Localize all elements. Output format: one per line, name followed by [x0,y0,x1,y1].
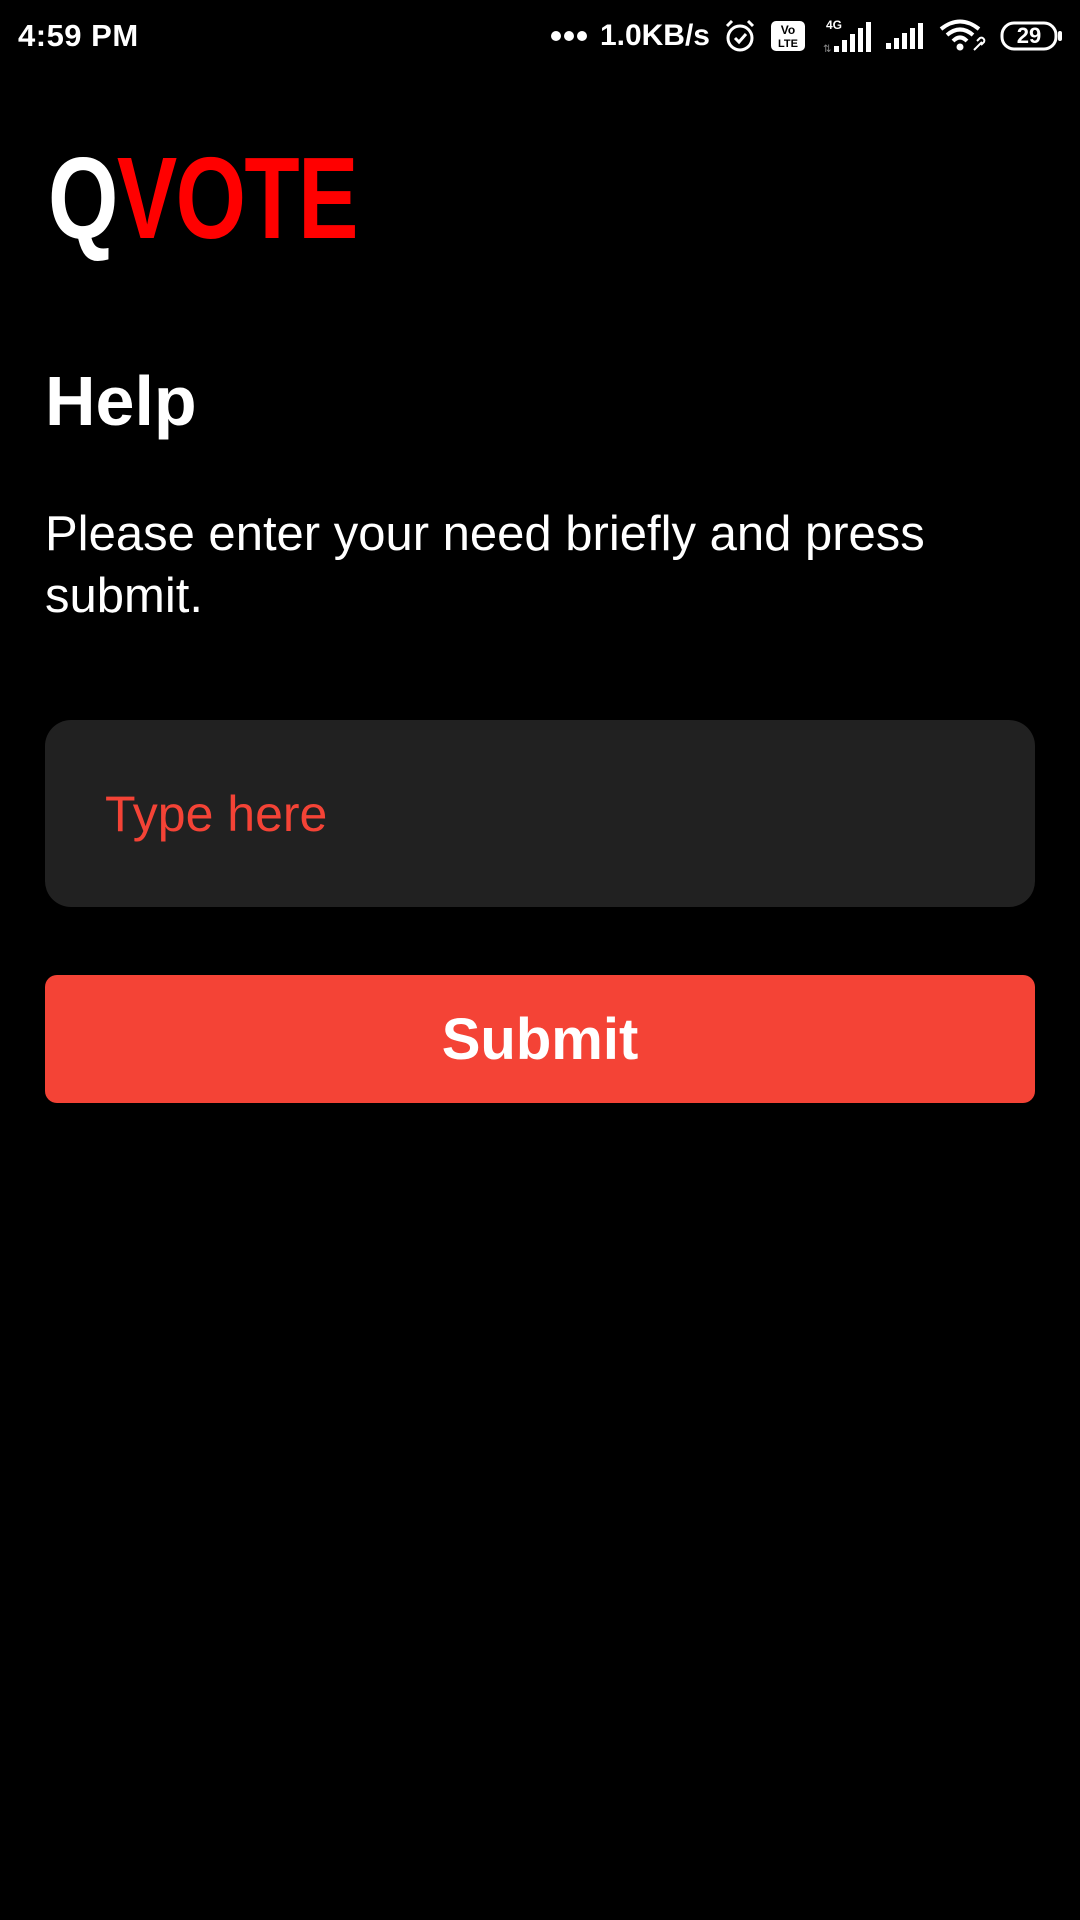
svg-text:4G: 4G [826,18,842,32]
help-text-input[interactable] [105,784,975,843]
svg-text:⇅: ⇅ [823,44,831,54]
logo-letter-q: Q [48,133,118,263]
signal-4g-icon: 4G ⇅ [818,18,872,54]
app-logo: Q VOTE [48,133,359,263]
svg-text:Vo: Vo [781,23,795,37]
logo-text-vote: VOTE [116,133,359,263]
signal-icon [884,21,926,51]
battery-level: 29 [1016,23,1042,48]
alarm-icon [722,18,758,54]
submit-button[interactable]: Submit [45,975,1035,1103]
help-input-container[interactable] [45,720,1035,907]
status-icons: 1.0KB/s Vo LTE 4G ⇅ 29 [550,18,1064,54]
volte-icon: Vo LTE [770,20,806,52]
status-bar: 4:59 PM 1.0KB/s Vo LTE 4G ⇅ 29 [0,0,1080,72]
status-time: 4:59 PM [18,18,139,53]
network-speed: 1.0KB/s [599,19,710,52]
battery-icon: 29 [1000,21,1064,51]
svg-text:LTE: LTE [778,38,798,50]
help-instructions: Please enter your need briefly and press… [45,507,925,623]
wifi-icon [938,18,988,54]
page-title: Help [45,362,197,440]
more-dots-icon [550,30,588,42]
